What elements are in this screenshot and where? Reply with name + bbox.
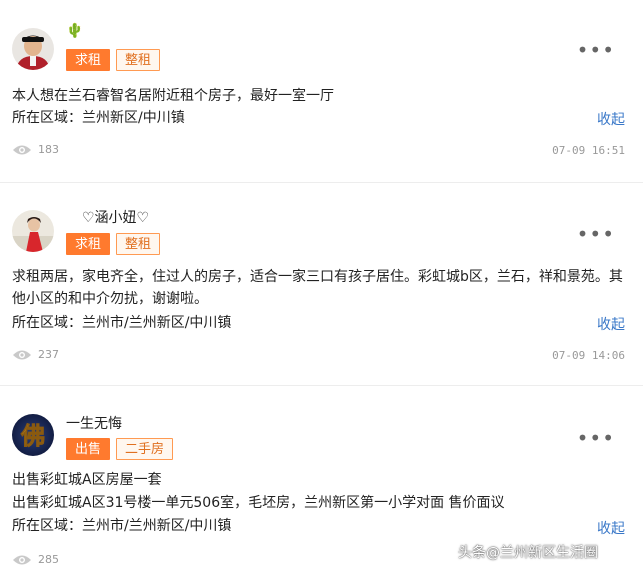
tag-whole-rent[interactable]: 整租	[116, 49, 161, 71]
eye-icon	[13, 350, 31, 359]
more-dots-icon[interactable]: •••	[577, 428, 615, 448]
username[interactable]: 🌵	[66, 23, 83, 39]
tag-rent-seeking[interactable]: 求租	[66, 49, 111, 71]
area-label: 所在区域：	[12, 315, 82, 331]
avatar-image	[12, 28, 54, 70]
view-count-value: 237	[38, 348, 59, 361]
avatar-image	[12, 210, 54, 252]
area-line: 所在区域：兰州市/兰州新区/中川镇	[12, 515, 231, 535]
more-dots-icon[interactable]: •••	[577, 224, 615, 244]
tag-rent-seeking[interactable]: 求租	[66, 233, 111, 255]
watermark-sep: @	[486, 545, 500, 561]
watermark-platform: 头条	[458, 545, 486, 561]
avatar[interactable]	[12, 28, 54, 70]
area-value: 兰州市/兰州新区/中川镇	[82, 315, 232, 331]
username[interactable]: 一生无悔	[66, 413, 122, 433]
tag-group: 出售 二手房	[66, 438, 174, 460]
view-count: 285	[12, 553, 59, 566]
tag-second-hand[interactable]: 二手房	[116, 438, 174, 460]
divider	[0, 182, 643, 183]
collapse-link[interactable]: 收起	[597, 314, 625, 334]
avatar-image: 佛	[12, 414, 54, 456]
area-line: 所在区域：兰州新区/中川镇	[12, 107, 185, 127]
area-label: 所在区域：	[12, 518, 82, 534]
eye-icon	[13, 555, 31, 564]
post-text: 出售彩虹城A区31号楼一单元506室，毛坯房，兰州新区第一小学对面 售价面议	[12, 495, 505, 511]
collapse-link[interactable]: 收起	[597, 109, 625, 129]
view-count: 237	[12, 348, 59, 361]
tag-for-sale[interactable]: 出售	[66, 438, 111, 460]
area-label: 所在区域：	[12, 110, 82, 126]
tag-group: 求租 整租	[66, 233, 161, 255]
view-count-value: 183	[38, 143, 59, 156]
collapse-link[interactable]: 收起	[597, 518, 625, 538]
post-title: 出售彩虹城A区房屋一套	[12, 472, 162, 488]
watermark: 头条@兰州新区生活圈	[458, 542, 598, 562]
tag-group: 求租 整租	[66, 49, 161, 71]
avatar-glyph: 佛	[20, 421, 45, 450]
eye-icon	[13, 145, 31, 154]
area-line: 所在区域：兰州市/兰州新区/中川镇	[12, 312, 231, 332]
avatar[interactable]	[12, 210, 54, 252]
view-count: 183	[12, 143, 59, 156]
view-count-value: 285	[38, 553, 59, 566]
watermark-account: 兰州新区生活圈	[500, 545, 598, 561]
post-time: 07-09 16:51	[552, 144, 625, 157]
area-value: 兰州市/兰州新区/中川镇	[82, 518, 232, 534]
divider	[0, 385, 643, 386]
post-text: 本人想在兰石睿智名居附近租个房子，最好一室一厅	[12, 88, 334, 104]
post-time: 07-09 14:06	[552, 349, 625, 362]
tag-whole-rent[interactable]: 整租	[116, 233, 161, 255]
avatar[interactable]: 佛	[12, 414, 54, 456]
area-value: 兰州新区/中川镇	[82, 110, 185, 126]
post-text: 求租两居，家电齐全，住过人的房子，适合一家三口有孩子居住。彩虹城b区，兰石，祥和…	[12, 269, 623, 307]
username[interactable]: ♡涵小妞♡	[82, 207, 149, 227]
more-dots-icon[interactable]: •••	[577, 40, 615, 60]
